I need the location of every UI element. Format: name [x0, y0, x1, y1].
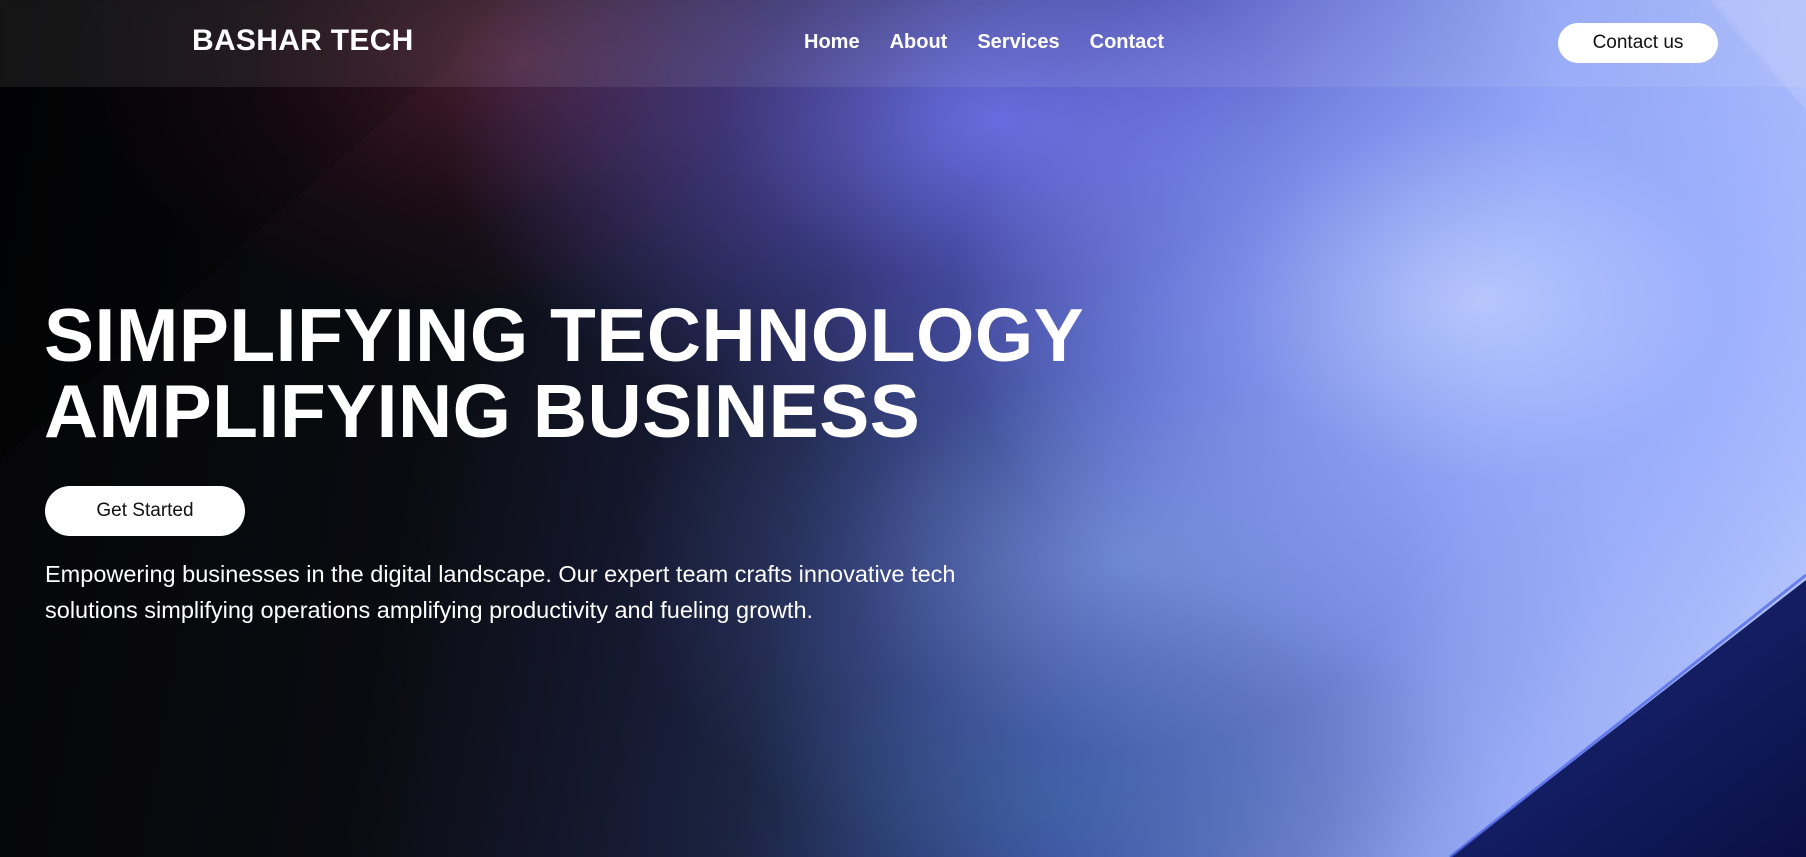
- hero-title: SIMPLIFYING TECHNOLOGY AMPLIFYING BUSINE…: [44, 297, 1084, 449]
- brand-logo[interactable]: BASHAR TECH: [192, 24, 414, 58]
- top-navbar: BASHAR TECH Home About Services Contact …: [0, 0, 1806, 87]
- nav-about-link[interactable]: About: [890, 31, 948, 54]
- hero-title-line-1: SIMPLIFYING TECHNOLOGY: [44, 293, 1085, 377]
- main-nav: Home About Services Contact: [804, 31, 1194, 54]
- get-started-button[interactable]: Get Started: [45, 486, 245, 536]
- landing-page: BASHAR TECH Home About Services Contact …: [0, 0, 1806, 857]
- contact-us-button[interactable]: Contact us: [1558, 23, 1718, 63]
- nav-contact-link[interactable]: Contact: [1090, 31, 1164, 54]
- hero-title-line-2: AMPLIFYING BUSINESS: [44, 369, 921, 453]
- nav-home-link[interactable]: Home: [804, 31, 860, 54]
- hero-description: Empowering businesses in the digital lan…: [45, 561, 956, 623]
- nav-services-link[interactable]: Services: [977, 31, 1059, 54]
